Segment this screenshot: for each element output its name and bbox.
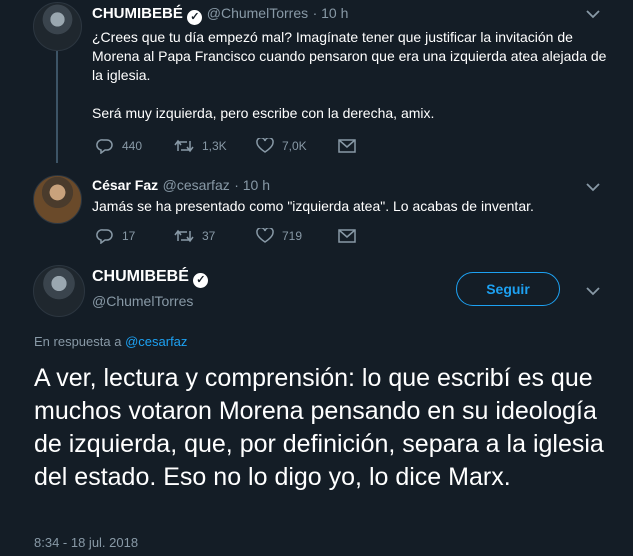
- author-handle[interactable]: @ChumelTorres: [207, 5, 308, 21]
- tweet-time[interactable]: · 10 h: [313, 5, 349, 21]
- tweet-header: César Faz @cesarfaz · 10 h: [92, 177, 270, 195]
- reply-icon: [96, 139, 113, 154]
- avatar[interactable]: [33, 175, 82, 224]
- message-icon: [338, 229, 356, 243]
- verified-icon: ✓: [193, 273, 209, 288]
- main-author: CHUMIBEBÉ ✓: [92, 268, 209, 288]
- like-button[interactable]: 719: [256, 228, 338, 244]
- like-count: 719: [282, 229, 303, 243]
- chevron-down-icon[interactable]: [586, 179, 600, 195]
- retweet-button[interactable]: 37: [174, 228, 256, 244]
- author-handle[interactable]: @ChumelTorres: [92, 293, 193, 309]
- chevron-down-icon[interactable]: [586, 283, 600, 299]
- reply-context: En respuesta a @cesarfaz: [34, 334, 187, 349]
- reply-button[interactable]: 440: [96, 138, 174, 154]
- avatar[interactable]: [33, 265, 85, 317]
- author-name[interactable]: CHUMIBEBÉ: [92, 5, 183, 22]
- tweet-timestamp[interactable]: 8:34 - 18 jul. 2018: [34, 535, 138, 550]
- tweet-actions: 17 37 719: [96, 228, 356, 244]
- author-name[interactable]: César Faz: [92, 177, 158, 193]
- reply-prefix: En respuesta a: [34, 334, 122, 349]
- author-name[interactable]: CHUMIBEBÉ: [92, 268, 189, 285]
- reply-count: 17: [122, 229, 136, 243]
- reply-to-link[interactable]: @cesarfaz: [125, 334, 187, 349]
- tweet-header: CHUMIBEBÉ ✓ @ChumelTorres · 10 h: [92, 5, 348, 25]
- retweet-button[interactable]: 1,3K: [174, 138, 256, 154]
- like-icon: [256, 228, 274, 243]
- retweet-icon: [174, 229, 194, 243]
- reply-button[interactable]: 17: [96, 228, 174, 244]
- like-count: 7,0K: [282, 139, 307, 153]
- chevron-down-icon[interactable]: [586, 6, 600, 22]
- message-button[interactable]: [338, 139, 356, 153]
- author-handle[interactable]: @cesarfaz: [163, 177, 230, 193]
- verified-icon: ✓: [187, 10, 203, 25]
- retweet-icon: [174, 139, 194, 153]
- retweet-count: 37: [202, 229, 216, 243]
- avatar[interactable]: [33, 2, 82, 51]
- main-tweet-text: A ver, lectura y comprensión: lo que esc…: [34, 364, 604, 491]
- retweet-count: 1,3K: [202, 139, 227, 153]
- tweet-text: Jamás se ha presentado como "izquierda a…: [92, 198, 534, 214]
- message-button[interactable]: [338, 229, 356, 243]
- tweet-time[interactable]: · 10 h: [234, 177, 270, 193]
- tweet-actions: 440 1,3K 7,0K: [96, 138, 356, 154]
- reply-icon: [96, 229, 113, 244]
- message-icon: [338, 139, 356, 153]
- thread-line: [56, 51, 58, 163]
- like-button[interactable]: 7,0K: [256, 138, 338, 154]
- like-icon: [256, 138, 274, 153]
- tweet-text: ¿Crees que tu día empezó mal? Imagínate …: [92, 29, 607, 121]
- follow-button[interactable]: Seguir: [456, 272, 560, 306]
- reply-count: 440: [122, 139, 143, 153]
